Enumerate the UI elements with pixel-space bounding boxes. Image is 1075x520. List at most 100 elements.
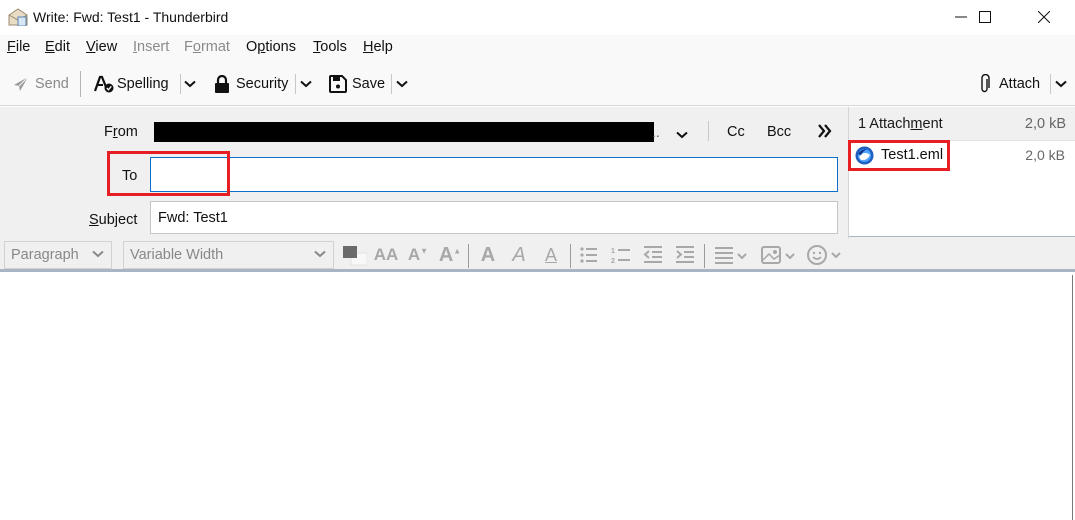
toolbar-separator — [295, 74, 296, 94]
menu-label: O — [246, 39, 258, 55]
outdent-icon — [643, 246, 662, 263]
menu-label: rmat — [200, 39, 230, 55]
format-separator — [468, 244, 469, 268]
to-field[interactable] — [150, 157, 838, 192]
format-separator — [704, 244, 705, 268]
numbered-list-icon: 12 — [611, 248, 630, 264]
toolbar-separator — [391, 74, 392, 94]
align-button[interactable] — [713, 244, 749, 266]
highlight-box-attachment — [848, 140, 950, 171]
send-label: Send — [35, 76, 69, 92]
menu-label: dit — [54, 39, 70, 55]
bold-icon: A — [480, 243, 496, 266]
close-button[interactable] — [1021, 0, 1067, 34]
paperclip-icon — [981, 74, 990, 93]
font-size-larger-button[interactable]: A▲ — [437, 244, 463, 266]
maximize-icon — [979, 11, 991, 23]
subject-input[interactable] — [151, 202, 837, 233]
menu-bar: File Edit View Insert Format Options Too… — [0, 35, 1075, 61]
menu-format[interactable]: Format — [184, 39, 230, 55]
bulleted-list-icon — [580, 247, 597, 263]
security-button[interactable]: Security — [214, 73, 288, 95]
chevron-down-icon — [676, 131, 688, 139]
bulleted-list-button[interactable] — [578, 244, 600, 266]
bcc-button[interactable]: Bcc — [767, 124, 791, 140]
spelling-button[interactable]: Spelling — [94, 73, 169, 95]
compose-toolbar: Send Spelling Security Save Attach — [0, 61, 1075, 106]
to-input[interactable] — [151, 158, 837, 191]
maximize-button[interactable] — [962, 0, 1008, 34]
align-icon — [715, 247, 747, 264]
attachment-size: 2,0 kB — [1025, 147, 1065, 163]
subject-label: Subject — [89, 212, 138, 228]
attach-dropdown[interactable] — [1055, 73, 1067, 95]
from-ellipsis: .. — [652, 124, 660, 140]
cc-button[interactable]: Cc — [727, 124, 745, 140]
outdent-button[interactable] — [642, 244, 664, 266]
menu-help[interactable]: Help — [363, 39, 393, 55]
header-separator — [708, 121, 709, 141]
menu-file[interactable]: File — [7, 39, 30, 55]
chevron-down-icon — [1055, 80, 1067, 88]
font-family-select[interactable]: Variable Width — [123, 241, 334, 269]
menu-label: ools — [320, 39, 347, 55]
from-label: From — [104, 124, 138, 140]
attachment-header[interactable]: 1 Attachment 2,0 kB — [849, 107, 1075, 140]
attachment-total-size: 2,0 kB — [1024, 116, 1066, 132]
attach-label: Attach — [999, 76, 1041, 92]
font-size-reset-icon: AA — [373, 245, 399, 264]
underline-button[interactable]: A — [540, 244, 562, 266]
attachment-count: 1 Attachment — [858, 116, 943, 132]
security-label: Security — [236, 76, 289, 92]
highlight-box-to — [107, 151, 230, 196]
svg-text:2: 2 — [611, 258, 615, 264]
spelling-dropdown[interactable] — [184, 73, 196, 95]
chevron-down-icon — [314, 250, 326, 258]
message-body-editor[interactable] — [0, 275, 1073, 520]
menu-insert[interactable]: Insert — [133, 39, 169, 55]
send-icon — [14, 76, 29, 91]
font-family-value: Variable Width — [130, 247, 224, 263]
attachment-pane: 1 Attachment 2,0 kB Test1.eml 2,0 kB — [848, 107, 1075, 238]
from-identity-select[interactable] — [154, 122, 654, 142]
menu-label: tions — [265, 39, 296, 55]
security-dropdown[interactable] — [300, 73, 312, 95]
toolbar-separator — [1050, 74, 1051, 94]
insert-emoji-icon — [807, 245, 841, 265]
window-title: Write: Fwd: Test1 - Thunderbird — [33, 9, 229, 25]
save-button[interactable]: Save — [329, 73, 385, 95]
menu-view[interactable]: View — [86, 39, 117, 55]
insert-image-button[interactable] — [760, 244, 798, 266]
toolbar-separator — [80, 71, 81, 97]
menu-accel: E — [45, 39, 55, 55]
menu-accel: V — [86, 39, 96, 55]
paragraph-format-select[interactable]: Paragraph — [4, 241, 112, 269]
menu-tools[interactable]: Tools — [313, 39, 347, 55]
save-label: Save — [352, 76, 386, 92]
font-size-smaller-button[interactable]: A▼ — [406, 244, 430, 266]
chevron-down-icon — [92, 250, 104, 258]
indent-button[interactable] — [674, 244, 696, 266]
chevron-down-icon — [396, 80, 408, 88]
text-color-button[interactable] — [342, 244, 368, 266]
more-address-fields-button[interactable] — [817, 124, 833, 141]
insert-emoji-button[interactable] — [806, 244, 844, 266]
font-size-smaller-icon: A▼ — [407, 245, 429, 264]
italic-icon: A — [512, 243, 526, 266]
menu-edit[interactable]: Edit — [45, 39, 70, 55]
font-size-larger-icon: A▲ — [438, 243, 462, 266]
save-dropdown[interactable] — [396, 73, 408, 95]
menu-label: nsert — [137, 39, 170, 55]
italic-button[interactable]: A — [508, 244, 530, 266]
font-size-reset-button[interactable]: AA — [373, 244, 399, 266]
menu-options[interactable]: Options — [246, 39, 296, 55]
attach-button[interactable]: Attach — [979, 73, 1040, 95]
format-separator — [570, 244, 571, 268]
numbered-list-button[interactable]: 12 — [610, 244, 632, 266]
text-color-icon — [343, 246, 367, 266]
from-dropdown[interactable] — [676, 126, 688, 142]
subject-field[interactable] — [150, 201, 838, 234]
send-button[interactable]: Send — [13, 73, 69, 95]
compose-envelope-icon — [8, 8, 28, 26]
bold-button[interactable]: A — [477, 244, 499, 266]
